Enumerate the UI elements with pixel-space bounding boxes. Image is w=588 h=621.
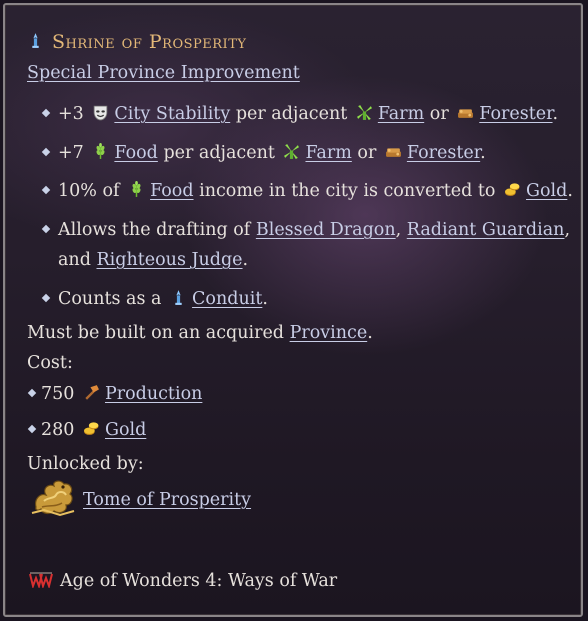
footer-text: Age of Wonders 4: Ways of War	[60, 571, 338, 591]
link-blessed-dragon[interactable]: Blessed Dragon	[256, 220, 396, 240]
wheat-icon	[92, 143, 109, 160]
ways-of-war-logo-icon	[29, 572, 53, 588]
effect-drafting-cont: and Righteous Judge.	[58, 250, 249, 270]
link-righteous-judge[interactable]: Righteous Judge	[97, 250, 243, 270]
forester-icon	[385, 143, 402, 160]
link-forester[interactable]: Forester	[407, 143, 480, 163]
link-conduit[interactable]: Conduit	[192, 289, 262, 309]
bullet-icon	[41, 293, 51, 302]
dragon-tome-icon	[31, 480, 75, 517]
conduit-icon	[27, 32, 44, 49]
cost-label: Cost:	[27, 353, 73, 373]
cost-gold: 280 Gold	[27, 419, 146, 441]
link-tome-of-prosperity[interactable]: Tome of Prosperity	[83, 490, 251, 510]
bullet-icon	[41, 185, 51, 194]
link-food[interactable]: Food	[114, 143, 157, 163]
conduit-icon	[170, 289, 187, 306]
windmill-icon	[356, 104, 373, 121]
windmill-icon	[283, 143, 300, 160]
link-production[interactable]: Production	[105, 384, 202, 404]
cost-production: 750 Production	[27, 383, 202, 405]
bullet-icon	[27, 388, 37, 397]
unlock-label: Unlocked by:	[27, 454, 144, 474]
gold-coins-icon	[504, 181, 521, 198]
link-gold[interactable]: Gold	[105, 420, 146, 440]
game-footer: Age of Wonders 4: Ways of War	[29, 571, 337, 591]
effect-stability: +3 City Stability per adjacent Farm or F…	[41, 103, 558, 125]
bullet-icon	[41, 147, 51, 156]
link-radiant-guardian[interactable]: Radiant Guardian	[407, 220, 565, 240]
link-forester[interactable]: Forester	[479, 104, 552, 124]
bullet-icon	[27, 424, 37, 433]
link-province[interactable]: Province	[290, 323, 368, 343]
link-gold[interactable]: Gold	[526, 181, 567, 201]
title-text: Shrine of Prosperity	[52, 31, 247, 53]
bullet-icon	[41, 224, 51, 233]
link-food[interactable]: Food	[150, 181, 193, 201]
subtitle-row: Special Province Improvement	[27, 62, 300, 84]
hammer-icon	[83, 384, 100, 401]
forester-icon	[457, 104, 474, 121]
link-farm[interactable]: Farm	[305, 143, 351, 163]
effect-conversion: 10% of Food income in the city is conver…	[41, 180, 573, 202]
effect-conduit: Counts as a Conduit.	[41, 288, 268, 310]
tooltip-panel: Shrine of Prosperity Special Province Im…	[3, 3, 583, 617]
build-requirement: Must be built on an acquired Province.	[27, 323, 373, 343]
effect-food: +7 Food per adjacent Farm or Forester.	[41, 142, 486, 164]
gold-coins-icon	[83, 420, 100, 437]
improvement-title: Shrine of Prosperity	[27, 31, 246, 53]
link-farm[interactable]: Farm	[378, 104, 424, 124]
subtitle-link[interactable]: Special Province Improvement	[27, 63, 300, 83]
bullet-icon	[41, 108, 51, 117]
stability-mask-icon	[92, 104, 109, 121]
effect-drafting: Allows the drafting of Blessed Dragon, R…	[41, 219, 570, 241]
unlock-tome: Tome of Prosperity	[83, 489, 251, 511]
link-city-stability[interactable]: City Stability	[114, 104, 230, 124]
wheat-icon	[128, 181, 145, 198]
